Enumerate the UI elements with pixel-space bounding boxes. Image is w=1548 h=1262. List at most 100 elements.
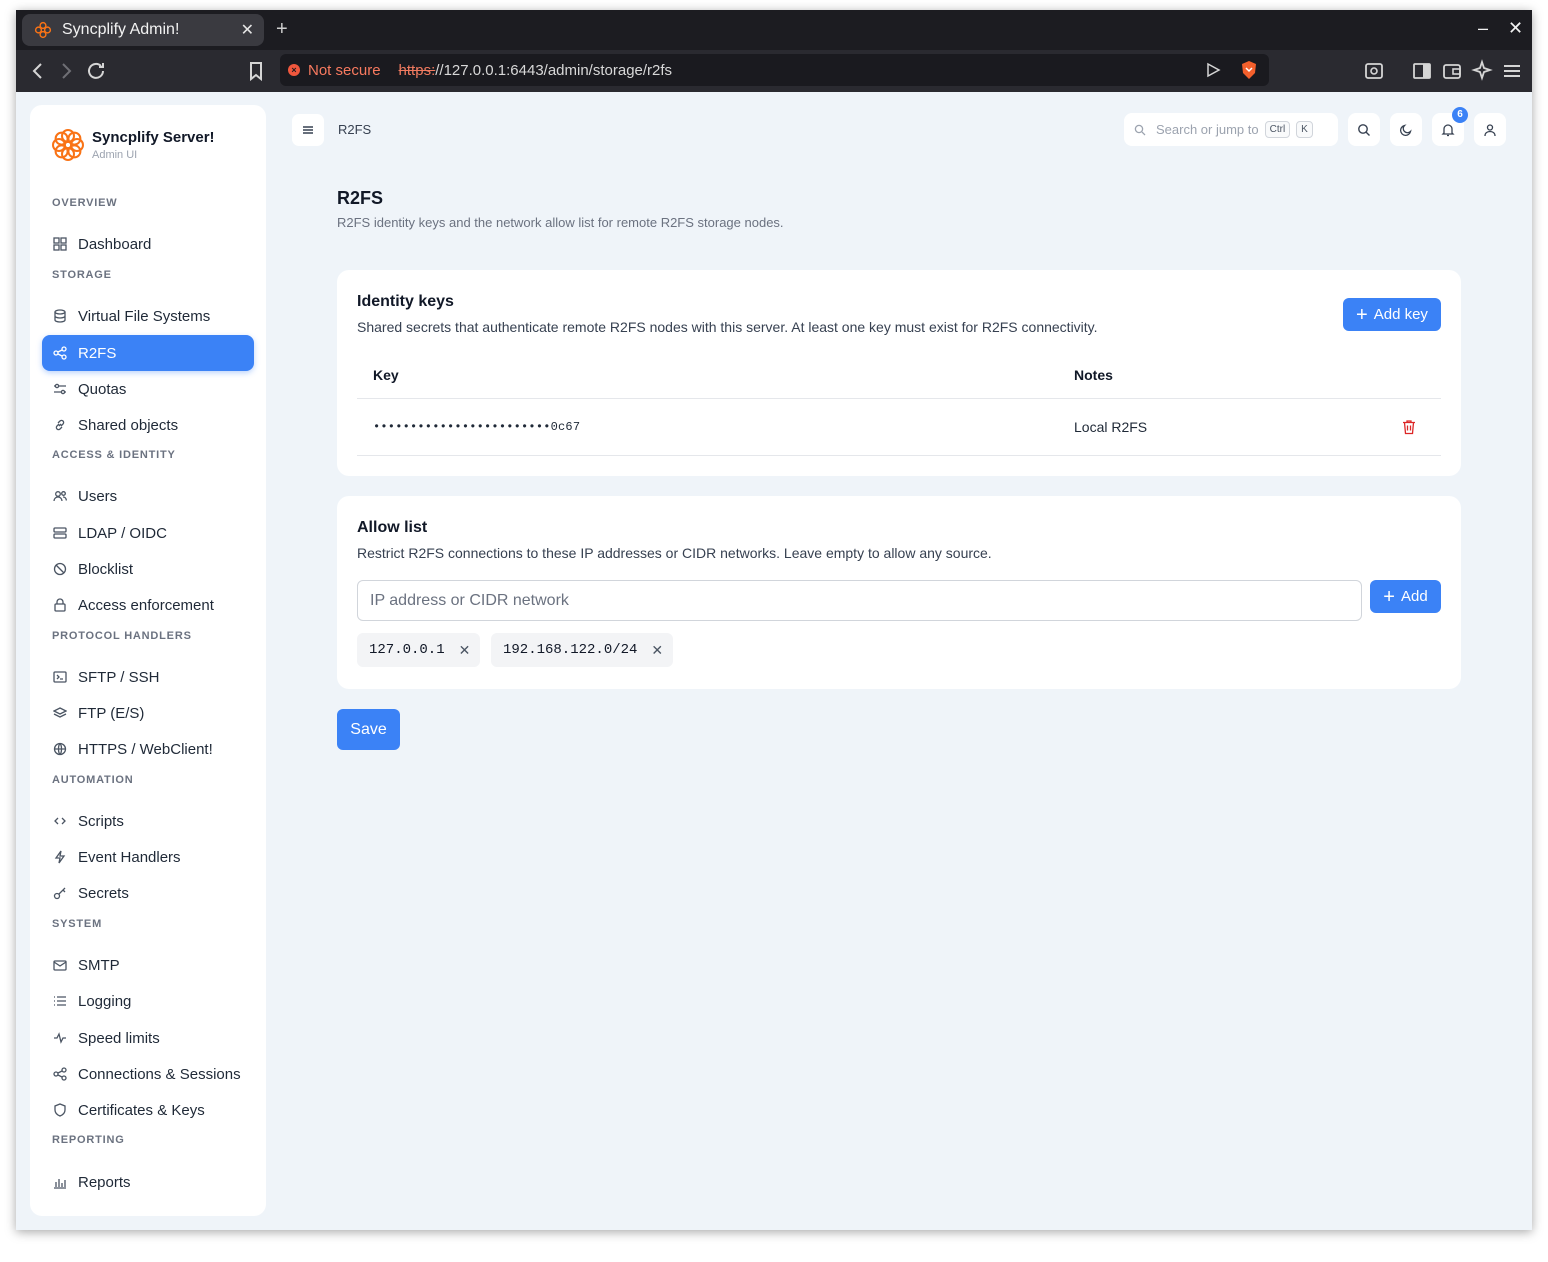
wallet-icon[interactable] bbox=[1440, 59, 1464, 83]
sidebar-item-quotas[interactable]: Quotas bbox=[42, 371, 254, 407]
sidebar-item-label: Quotas bbox=[78, 380, 127, 398]
bell-icon bbox=[1441, 123, 1455, 136]
notifications-button[interactable]: 6 bbox=[1432, 107, 1468, 146]
sidebar-item-label: Certificates & Keys bbox=[78, 1101, 205, 1119]
sidebar-item-connections-sessions[interactable]: Connections & Sessions bbox=[42, 1056, 254, 1092]
sidebar-item-blocklist[interactable]: Blocklist bbox=[42, 551, 254, 587]
layers-icon bbox=[52, 705, 68, 721]
grid-icon bbox=[52, 236, 68, 252]
sidebar-item-label: LDAP / OIDC bbox=[78, 524, 167, 542]
theme-toggle-button[interactable] bbox=[1390, 113, 1422, 146]
tab-title: Syncplify Admin! bbox=[62, 21, 180, 38]
sidebar-item-virtual-file-systems[interactable]: Virtual File Systems bbox=[42, 298, 254, 334]
key-value: ••••••••••••••••••••••••0c67 bbox=[373, 420, 581, 434]
bolt-icon bbox=[52, 849, 68, 865]
ip-address-input[interactable]: IP address or CIDR network bbox=[357, 580, 1362, 621]
bookmark-icon[interactable] bbox=[244, 59, 268, 83]
sidebar-item-logging[interactable]: Logging bbox=[42, 983, 254, 1019]
search-button[interactable] bbox=[1348, 113, 1380, 146]
sidebar-item-smtp[interactable]: SMTP bbox=[42, 947, 254, 983]
menu-icon[interactable] bbox=[1500, 59, 1524, 83]
minimize-icon[interactable]: – bbox=[1478, 18, 1488, 39]
column-header-notes: Notes bbox=[1074, 367, 1113, 383]
notification-count-badge: 6 bbox=[1452, 107, 1468, 123]
shortcut-k: K bbox=[1296, 121, 1313, 138]
shortcut-ctrl: Ctrl bbox=[1264, 121, 1291, 138]
section-automation: AUTOMATION bbox=[52, 774, 134, 786]
section-storage: STORAGE bbox=[52, 269, 112, 281]
sidebar-item-access-enforcement[interactable]: Access enforcement bbox=[42, 587, 254, 623]
ai-sparkle-icon[interactable] bbox=[1470, 59, 1494, 83]
reload-icon[interactable] bbox=[84, 59, 108, 83]
sidebar-menu-button[interactable] bbox=[292, 114, 324, 146]
allow-list-card: Allow list Restrict R2FS connections to … bbox=[337, 496, 1461, 689]
sidebar-item-label: Shared objects bbox=[78, 416, 179, 434]
column-header-key: Key bbox=[373, 367, 399, 383]
allow-list-entry: 192.168.122.0/24 bbox=[503, 642, 638, 658]
sidebar-item-label: R2FS bbox=[78, 344, 117, 362]
ip-input-placeholder: IP address or CIDR network bbox=[370, 591, 569, 609]
sidebar-item-certificates-keys[interactable]: Certificates & Keys bbox=[42, 1092, 254, 1128]
brand-title: Syncplify Server! bbox=[92, 129, 215, 146]
sidebar-item-users[interactable]: Users bbox=[42, 478, 254, 514]
sidebar-item-sftp-ssh[interactable]: SFTP / SSH bbox=[42, 659, 254, 695]
sliders-icon bbox=[52, 381, 68, 397]
sidebar-item-https-webclient[interactable]: HTTPS / WebClient! bbox=[42, 731, 254, 767]
sidebar-toggle-icon[interactable] bbox=[1410, 59, 1434, 83]
page-title: R2FS bbox=[337, 188, 384, 208]
sidebar-item-ldap-oidc[interactable]: LDAP / OIDC bbox=[42, 515, 254, 551]
main-content: R2FS Search or jump to Ctrl K 6 R2FS R2F… bbox=[266, 92, 1532, 1230]
sidebar: Syncplify Server! Admin UI OVERVIEW Dash… bbox=[30, 105, 266, 1216]
sidebar-item-label: FTP (E/S) bbox=[78, 704, 145, 722]
add-ip-button[interactable]: + Add bbox=[1370, 580, 1441, 613]
shield-icon bbox=[52, 1102, 68, 1118]
brave-shield-icon[interactable] bbox=[1240, 60, 1258, 80]
sidebar-item-label: Reports bbox=[78, 1173, 131, 1191]
browser-tab[interactable]: Syncplify Admin! ✕ bbox=[22, 14, 264, 46]
screenshot-icon[interactable] bbox=[1362, 59, 1386, 83]
sidebar-item-ftp[interactable]: FTP (E/S) bbox=[42, 695, 254, 731]
search-placeholder: Search or jump to bbox=[1156, 122, 1259, 137]
sidebar-item-secrets[interactable]: Secrets bbox=[42, 875, 254, 911]
search-box[interactable]: Search or jump to Ctrl K bbox=[1124, 113, 1338, 146]
not-secure-indicator[interactable]: × Not secure bbox=[288, 62, 381, 79]
close-tab-icon[interactable]: ✕ bbox=[241, 20, 254, 40]
remove-entry-icon[interactable]: ✕ bbox=[651, 642, 663, 659]
section-protocol-handlers: PROTOCOL HANDLERS bbox=[52, 630, 192, 642]
sidebar-item-label: Event Handlers bbox=[78, 848, 181, 866]
save-button[interactable]: Save bbox=[337, 709, 400, 750]
sidebar-item-shared-objects[interactable]: Shared objects bbox=[42, 407, 254, 443]
identity-keys-description: Shared secrets that authenticate remote … bbox=[357, 319, 1098, 335]
sidebar-item-label: HTTPS / WebClient! bbox=[78, 740, 213, 758]
forward-icon[interactable] bbox=[54, 59, 78, 83]
browser-toolbar: × Not secure https: //127.0.0.1:6443/admi… bbox=[16, 50, 1532, 92]
sidebar-item-r2fs[interactable]: R2FS bbox=[42, 335, 254, 371]
sidebar-item-speed-limits[interactable]: Speed limits bbox=[42, 1020, 254, 1056]
sidebar-item-scripts[interactable]: Scripts bbox=[42, 803, 254, 839]
sidebar-item-dashboard[interactable]: Dashboard bbox=[42, 226, 254, 262]
sidebar-item-label: Scripts bbox=[78, 812, 124, 830]
sidebar-item-label: Logging bbox=[78, 992, 132, 1010]
sidebar-item-label: Secrets bbox=[78, 884, 129, 902]
add-key-label: Add key bbox=[1373, 306, 1428, 323]
allow-list-entry: 127.0.0.1 bbox=[369, 642, 445, 658]
close-window-icon[interactable]: ✕ bbox=[1508, 18, 1523, 39]
tab-strip: Syncplify Admin! ✕ + – ✕ bbox=[16, 10, 1532, 50]
address-bar[interactable]: × Not secure https: //127.0.0.1:6443/admi… bbox=[280, 54, 1269, 86]
sidebar-item-event-handlers[interactable]: Event Handlers bbox=[42, 839, 254, 875]
user-menu-button[interactable] bbox=[1474, 113, 1506, 146]
hamburger-icon bbox=[303, 126, 313, 134]
trash-icon[interactable] bbox=[1402, 419, 1416, 435]
terminal-icon bbox=[52, 669, 68, 685]
breadcrumb: R2FS bbox=[338, 122, 372, 137]
allow-list-description: Restrict R2FS connections to these IP ad… bbox=[357, 545, 992, 561]
remove-entry-icon[interactable]: ✕ bbox=[459, 642, 471, 659]
identity-keys-card: Identity keys Shared secrets that authen… bbox=[337, 270, 1461, 476]
sidebar-item-reports[interactable]: Reports bbox=[42, 1164, 254, 1200]
new-tab-icon[interactable]: + bbox=[276, 18, 288, 41]
add-key-button[interactable]: + Add key bbox=[1343, 298, 1441, 331]
section-system: SYSTEM bbox=[52, 918, 103, 930]
send-icon[interactable] bbox=[1205, 62, 1221, 78]
back-icon[interactable] bbox=[26, 59, 50, 83]
plus-icon: + bbox=[1383, 585, 1395, 608]
